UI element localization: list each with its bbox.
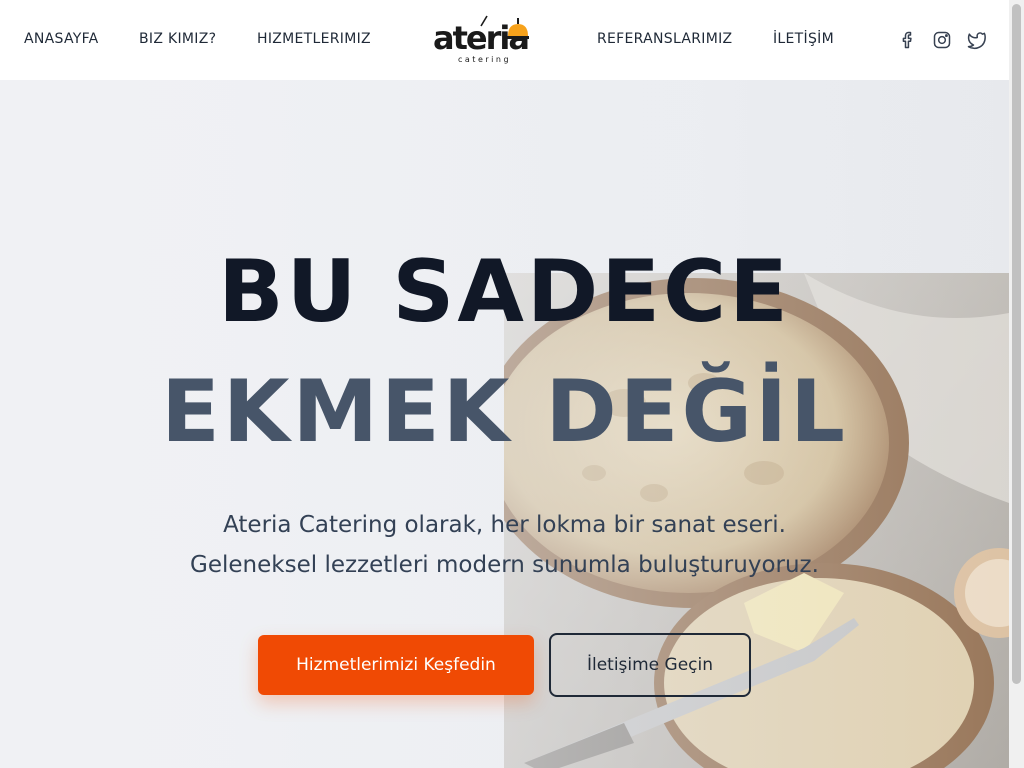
hero-subtitle-line2: Geleneksel lezzetleri modern sunumla bul…: [190, 552, 819, 578]
site-header: ANASAYFA BIZ KIMIZ? HIZMETLERIMIZ ateria…: [0, 0, 1009, 80]
fork-icon: [480, 15, 488, 27]
nav-link-iletisim[interactable]: İLETİŞİM: [773, 31, 834, 47]
logo[interactable]: ateria catering: [433, 15, 533, 66]
hero-subtitle-line1: Ateria Catering olarak, her lokma bir sa…: [223, 512, 786, 538]
hero-section: BU SADECE EKMEK DEĞİL Ateria Catering ol…: [0, 80, 1009, 768]
chef-hat-icon: [507, 18, 529, 39]
nav-link-biz-kimiz[interactable]: BIZ KIMIZ?: [139, 31, 216, 47]
logo-subtitle: catering: [458, 55, 512, 64]
nav-link-hizmetlerimiz[interactable]: HIZMETLERIMIZ: [257, 31, 371, 47]
scrollbar-thumb[interactable]: [1012, 4, 1021, 684]
explore-services-button[interactable]: Hizmetlerimizi Keşfedin: [258, 635, 534, 695]
facebook-icon[interactable]: [898, 30, 918, 50]
hero-headline-line1: BU SADECE: [218, 242, 791, 342]
vertical-scrollbar[interactable]: [1009, 0, 1024, 768]
instagram-icon[interactable]: [932, 30, 952, 50]
nav-link-anasayfa[interactable]: ANASAYFA: [24, 31, 99, 47]
contact-button[interactable]: İletişime Geçin: [549, 633, 751, 697]
hero-headline-line2: EKMEK DEĞİL: [161, 362, 848, 462]
nav-link-referanslarimiz[interactable]: REFERANSLARIMIZ: [597, 31, 732, 47]
twitter-icon[interactable]: [966, 30, 986, 50]
